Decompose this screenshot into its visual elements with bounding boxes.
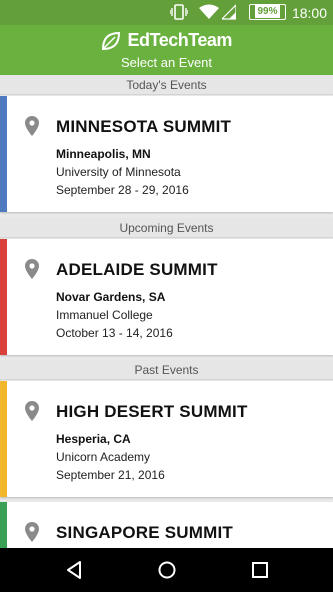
event-accent-bar: [0, 502, 7, 548]
event-card-singapore[interactable]: SINGAPORE SUMMIT: [0, 502, 333, 548]
back-icon[interactable]: [64, 560, 84, 580]
event-venue: University of Minnesota: [56, 165, 181, 179]
location-pin-icon: [25, 522, 39, 542]
recents-icon[interactable]: [250, 560, 270, 580]
event-dates: September 21, 2016: [56, 468, 165, 482]
event-accent-bar: [0, 381, 7, 497]
event-title: MINNESOTA SUMMIT: [56, 117, 232, 136]
system-nav-bar: [0, 548, 333, 592]
event-dates: October 13 - 14, 2016: [56, 326, 173, 340]
event-accent-bar: [0, 239, 7, 355]
vibrate-icon: [170, 4, 188, 20]
event-card-high-desert[interactable]: HIGH DESERT SUMMIT Hesperia, CA Unicorn …: [0, 381, 333, 497]
location-pin-icon: [25, 259, 39, 279]
signal-icon: [222, 4, 236, 20]
event-card-adelaide[interactable]: ADELAIDE SUMMIT Novar Gardens, SA Immanu…: [0, 239, 333, 355]
home-icon[interactable]: [157, 560, 177, 580]
event-title: ADELAIDE SUMMIT: [56, 260, 218, 279]
status-bar: 99% 18:00: [0, 0, 333, 25]
logo: EdTechTeam: [0, 30, 333, 51]
app-header: EdTechTeam Select an Event: [0, 25, 333, 75]
section-header-past: Past Events: [0, 360, 333, 380]
event-venue: Unicorn Academy: [56, 450, 151, 464]
event-city: Minneapolis, MN: [56, 147, 151, 161]
logo-text: EdTechTeam: [127, 30, 233, 50]
event-city: Hesperia, CA: [56, 432, 131, 446]
battery-level: 99%: [255, 5, 280, 18]
battery-indicator: 99%: [249, 4, 286, 20]
event-title: HIGH DESERT SUMMIT: [56, 402, 248, 421]
event-city: Novar Gardens, SA: [56, 290, 166, 304]
leaf-icon: [102, 31, 121, 50]
location-pin-icon: [25, 116, 39, 136]
event-accent-bar: [0, 96, 7, 212]
section-header-today: Today's Events: [0, 75, 333, 95]
event-title: SINGAPORE SUMMIT: [56, 523, 233, 542]
clock: 18:00: [291, 5, 327, 21]
location-pin-icon: [25, 401, 39, 421]
section-header-upcoming: Upcoming Events: [0, 218, 333, 238]
event-dates: September 28 - 29, 2016: [56, 183, 189, 197]
page-title: Select an Event: [120, 55, 213, 70]
event-card-minnesota[interactable]: MINNESOTA SUMMIT Minneapolis, MN Univers…: [0, 96, 333, 212]
wifi-icon: [199, 4, 219, 19]
event-venue: Immanuel College: [56, 308, 153, 322]
